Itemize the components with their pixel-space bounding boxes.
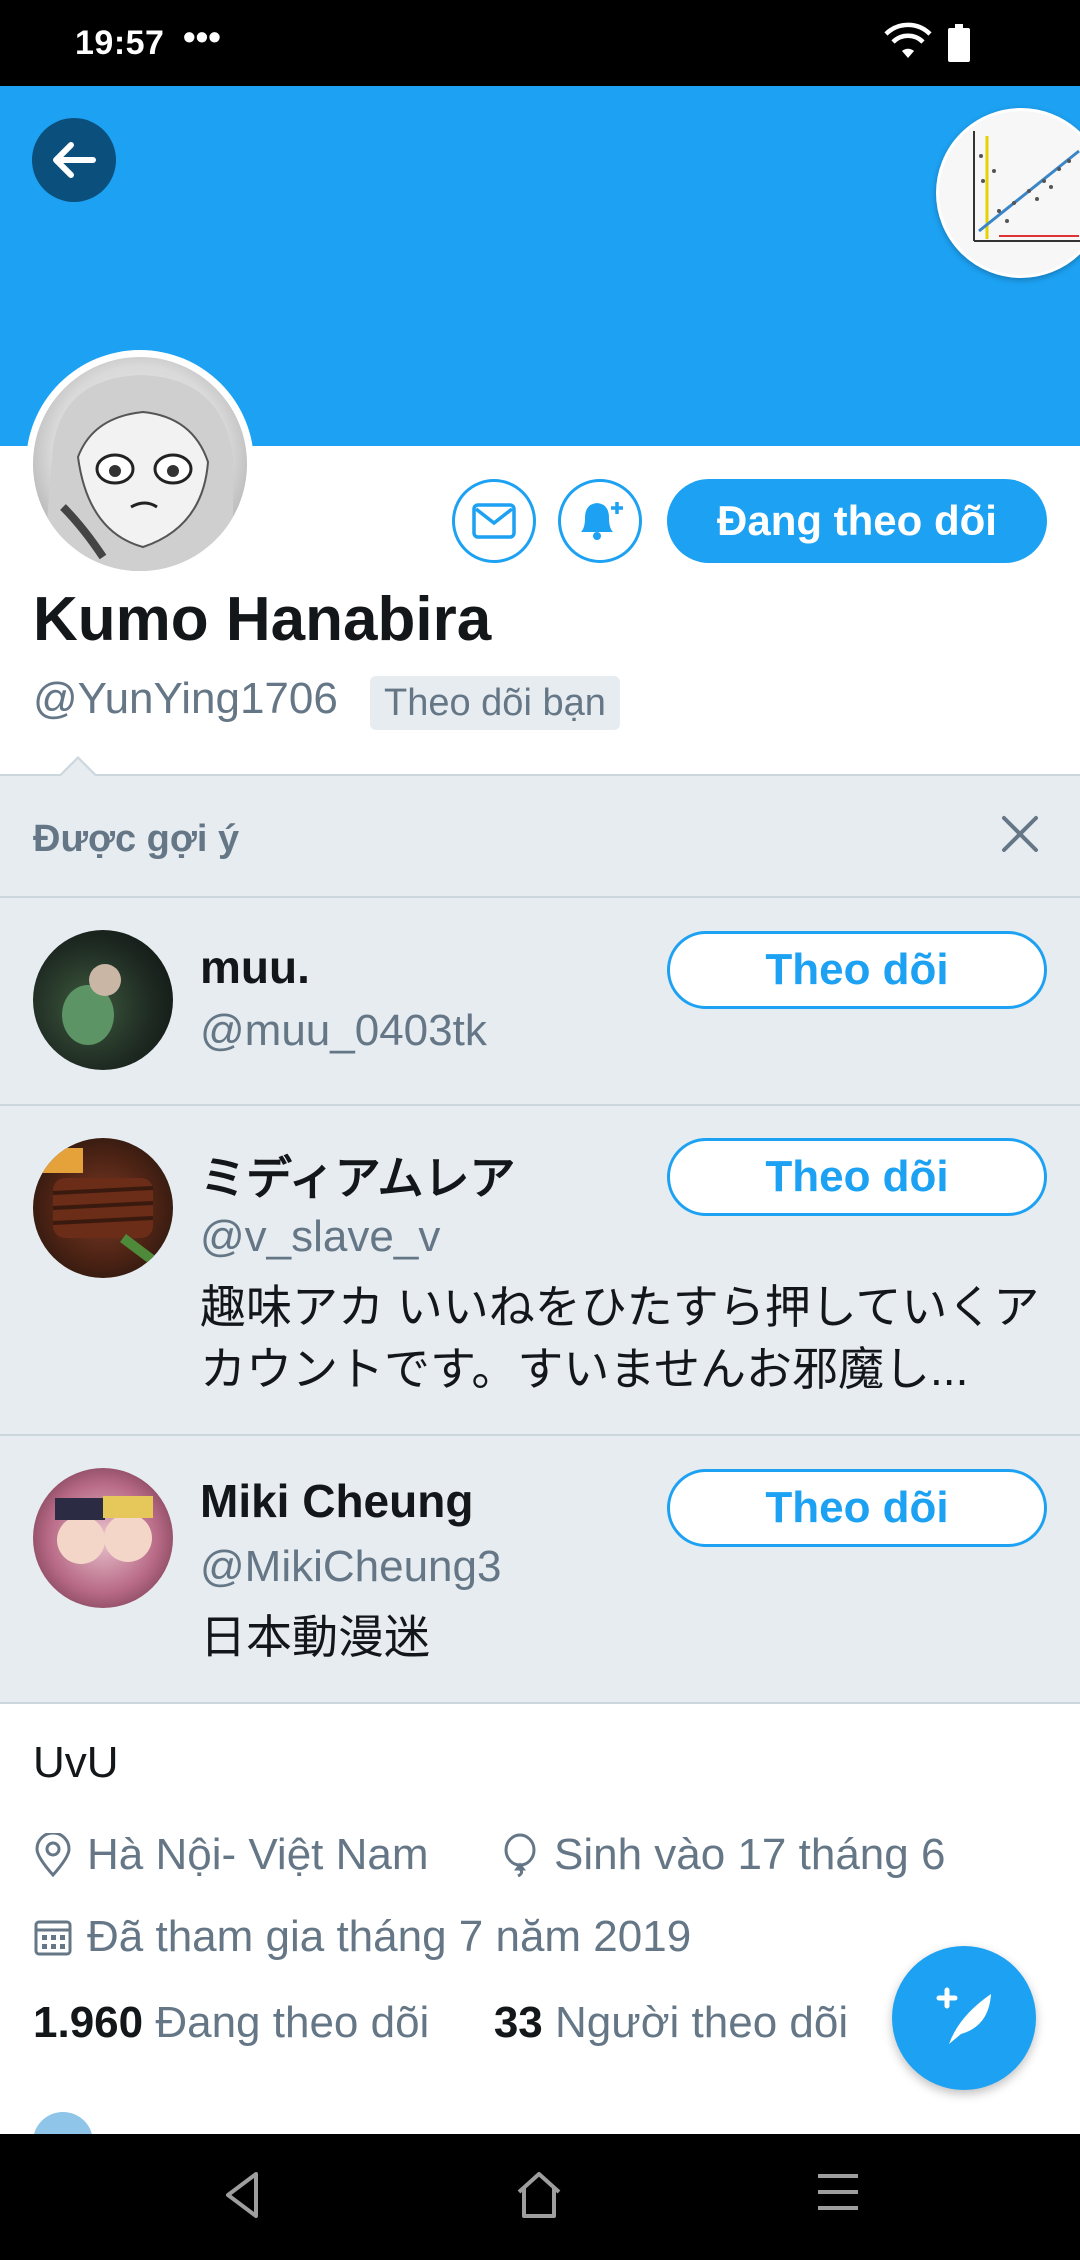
display-name: Kumo Hanabira (33, 585, 492, 654)
message-button[interactable] (452, 479, 536, 563)
suggested-user-handle: @v_slave_v (200, 1212, 441, 1261)
close-icon[interactable] (998, 812, 1042, 856)
back-button[interactable] (32, 118, 116, 202)
avatar-image (33, 357, 247, 571)
followers-count-link[interactable]: 33 Người theo dõi (494, 1998, 848, 2047)
joined-row: Đã tham gia tháng 7 năm 2019 (33, 1912, 691, 1962)
nav-menu-icon[interactable] (816, 2170, 860, 2214)
suggested-user-avatar[interactable] (33, 1468, 173, 1608)
back-arrow-icon (53, 142, 96, 178)
status-time: 19:57 (75, 24, 165, 62)
status-more-indicator: ••• (183, 16, 221, 57)
birthday-row: Sinh vào 17 tháng 6 (500, 1830, 945, 1880)
user-handle: @YunYing1706 (33, 674, 338, 723)
location-pin-icon (35, 1833, 71, 1877)
location-row: Hà Nội- Việt Nam (33, 1830, 429, 1880)
followers-count-label: Người theo dõi (555, 1998, 849, 2047)
follow-button[interactable]: Theo dõi (667, 1138, 1047, 1216)
following-count-link[interactable]: 1.960 Đang theo dõi (33, 1998, 429, 2047)
birthday-text: Sinh vào 17 tháng 6 (554, 1830, 946, 1879)
following-count: 1.960 (33, 1998, 144, 2047)
follows-you-badge: Theo dõi bạn (370, 676, 620, 730)
bell-plus-icon (581, 502, 623, 540)
suggested-title: Được gợi ý (33, 818, 240, 860)
mail-icon (472, 503, 516, 539)
compose-tweet-icon (936, 1987, 991, 2044)
calendar-icon (34, 1920, 72, 1956)
following-button[interactable]: Đang theo dõi (667, 479, 1047, 563)
suggested-user-avatar[interactable] (33, 1138, 173, 1278)
balloon-icon (504, 1833, 536, 1877)
suggested-user-handle: @MikiCheung3 (200, 1542, 502, 1591)
location-text: Hà Nội- Việt Nam (87, 1830, 429, 1879)
joined-text: Đã tham gia tháng 7 năm 2019 (87, 1912, 692, 1961)
divider (0, 1702, 1080, 1704)
divider (0, 1104, 1080, 1106)
wifi-icon (884, 22, 932, 58)
suggested-user-avatar[interactable] (33, 930, 173, 1070)
suggested-user-bio: 日本動漫迷 (200, 1611, 430, 1663)
system-nav-bar (0, 2134, 1080, 2260)
nav-home-icon[interactable] (514, 2170, 564, 2220)
status-bar: 19:57 ••• (0, 0, 1080, 86)
follow-button[interactable]: Theo dõi (667, 1469, 1047, 1547)
compose-tweet-button[interactable] (892, 1946, 1036, 2090)
notifications-button[interactable] (558, 479, 642, 563)
follow-button[interactable]: Theo dõi (667, 931, 1047, 1009)
profile-avatar[interactable] (26, 350, 254, 578)
suggested-user-name[interactable]: muu. (200, 940, 310, 994)
divider (0, 896, 1080, 898)
follow-counts: 1.960 Đang theo dõi 33 Người theo dõi (33, 1998, 848, 2048)
battery-icon (948, 24, 970, 62)
following-count-label: Đang theo dõi (155, 1998, 430, 2047)
followers-count: 33 (493, 1998, 543, 2047)
nav-back-icon[interactable] (222, 2170, 262, 2220)
suggested-user-bio: 趣味アカ いいねをひたすら押していくアカウントです。すいませんお邪魔し... (200, 1281, 1040, 1395)
suggested-user-handle: @muu_0403tk (200, 1006, 487, 1055)
divider (0, 1434, 1080, 1436)
suggested-user-name[interactable]: ミディアムレア (200, 1142, 516, 1208)
suggested-user-name[interactable]: Miki Cheung (200, 1474, 473, 1528)
scatter-plot-image (973, 131, 1080, 242)
profile-bio: UvU (33, 1738, 119, 1787)
